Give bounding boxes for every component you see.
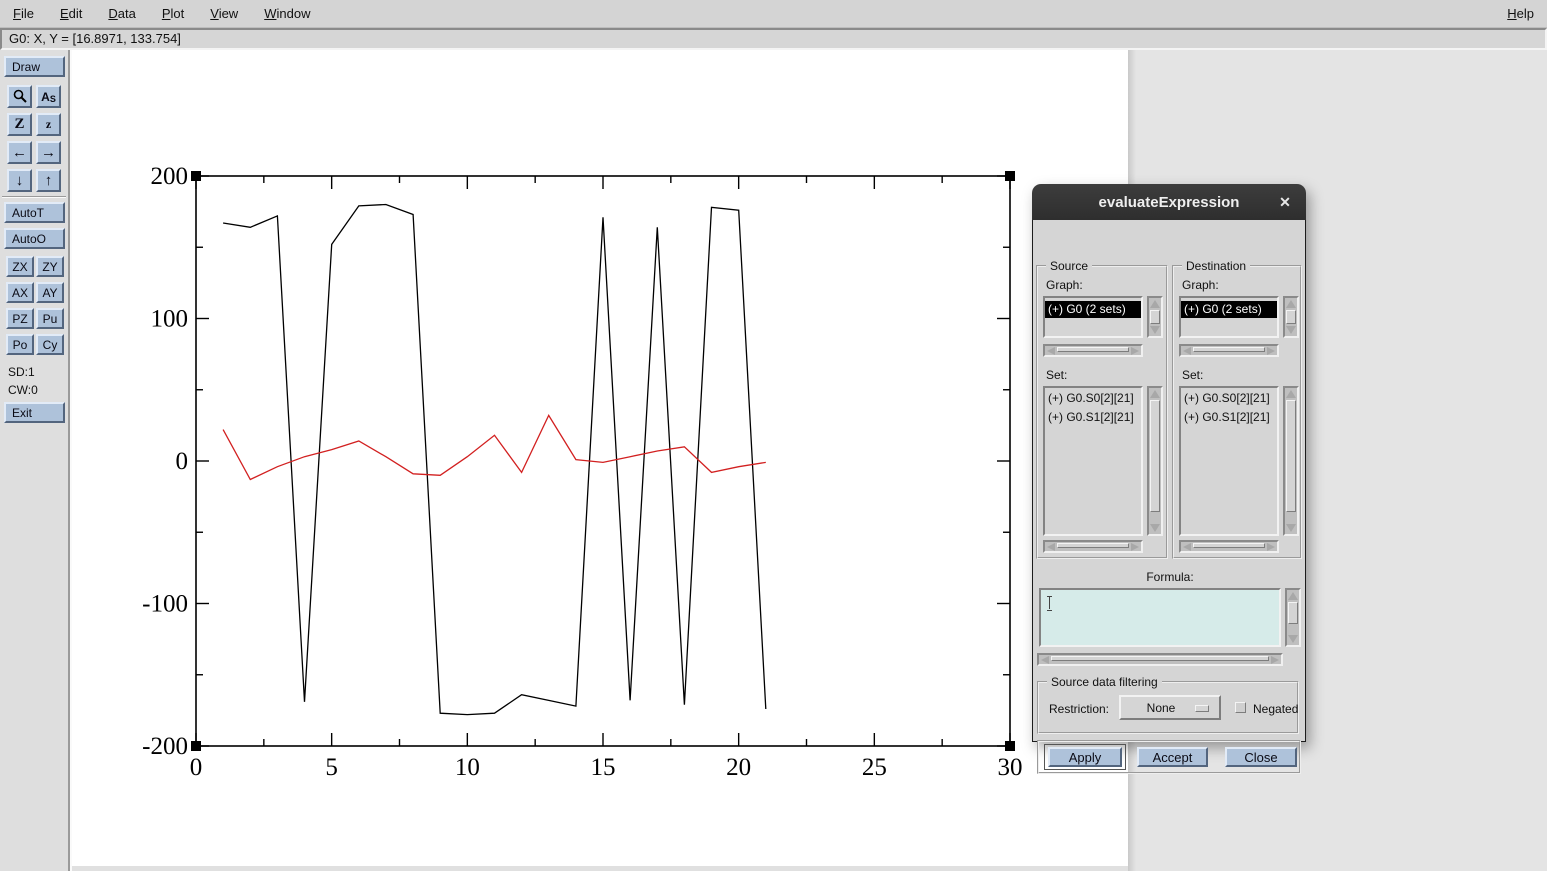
series-line-1 <box>223 415 766 479</box>
scroll-down-arrow-icon[interactable] <box>1150 524 1160 532</box>
scroll-right-arrow-icon[interactable] <box>1131 347 1139 355</box>
graph-selection-handle[interactable] <box>1005 171 1015 181</box>
scroll-left-arrow-icon[interactable] <box>1047 543 1055 551</box>
y-tick-label: 200 <box>151 163 189 190</box>
source-graph-label: Graph: <box>1046 278 1083 292</box>
accept-button[interactable]: Accept <box>1137 747 1208 767</box>
scroll-right-arrow-icon[interactable] <box>1267 347 1275 355</box>
restriction-label: Restriction: <box>1049 702 1109 716</box>
destination-frame: Destination Graph:(+) G0 (2 sets)Set:(+)… <box>1172 265 1302 559</box>
scroll-down-arrow-icon[interactable] <box>1288 635 1298 643</box>
set-list-item[interactable]: (+) G0.S0[2][21] <box>1181 390 1277 407</box>
graph-selection-handle[interactable] <box>191 741 201 751</box>
source-frame: Source Graph:(+) G0 (2 sets)Set:(+) G0.S… <box>1036 265 1168 559</box>
x-tick-label: 25 <box>862 754 887 781</box>
scroll-up-arrow-icon[interactable] <box>1286 390 1296 398</box>
negated-label: Negated <box>1253 702 1298 716</box>
source-set-hscroll[interactable] <box>1043 540 1143 553</box>
graph-list-item[interactable]: (+) G0 (2 sets) <box>1181 301 1277 318</box>
formula-input[interactable] <box>1039 588 1281 647</box>
scroll-left-arrow-icon[interactable] <box>1183 543 1191 551</box>
destination-graph-label: Graph: <box>1182 278 1219 292</box>
series-line-0 <box>223 205 766 715</box>
option-menu-indicator-icon <box>1195 705 1209 712</box>
destination-set-hscroll[interactable] <box>1179 540 1279 553</box>
scroll-thumb[interactable] <box>1057 347 1129 352</box>
x-tick-label: 30 <box>998 754 1023 781</box>
scroll-left-arrow-icon[interactable] <box>1047 347 1055 355</box>
source-graph-list[interactable]: (+) G0 (2 sets) <box>1043 296 1143 338</box>
y-tick-label: -200 <box>142 733 188 760</box>
plot-frame <box>196 176 1010 746</box>
scroll-down-arrow-icon[interactable] <box>1286 326 1296 334</box>
source-set-label: Set: <box>1046 368 1067 382</box>
x-tick-label: 5 <box>325 754 338 781</box>
set-list-item[interactable]: (+) G0.S1[2][21] <box>1181 409 1277 426</box>
negated-checkbox[interactable] <box>1235 702 1246 713</box>
destination-graph-vscroll[interactable] <box>1283 296 1299 338</box>
source-set-list[interactable]: (+) G0.S0[2][21] (+) G0.S1[2][21] <box>1043 386 1143 536</box>
destination-set-label: Set: <box>1182 368 1203 382</box>
scroll-up-arrow-icon[interactable] <box>1150 300 1160 308</box>
graph-selection-handle[interactable] <box>1005 741 1015 751</box>
source-legend: Source <box>1046 259 1092 273</box>
scroll-left-arrow-icon[interactable] <box>1041 656 1049 664</box>
x-tick-label: 0 <box>190 754 203 781</box>
destination-graph-list[interactable]: (+) G0 (2 sets) <box>1179 296 1279 338</box>
scroll-down-arrow-icon[interactable] <box>1150 326 1160 334</box>
destination-graph-hscroll[interactable] <box>1179 344 1279 357</box>
scroll-thumb[interactable] <box>1051 656 1269 661</box>
scroll-thumb[interactable] <box>1150 400 1160 512</box>
x-tick-label: 10 <box>455 754 480 781</box>
destination-set-list[interactable]: (+) G0.S0[2][21] (+) G0.S1[2][21] <box>1179 386 1279 536</box>
destination-legend: Destination <box>1182 259 1250 273</box>
scroll-up-arrow-icon[interactable] <box>1288 592 1298 600</box>
destination-set-vscroll[interactable] <box>1283 386 1299 536</box>
scroll-left-arrow-icon[interactable] <box>1183 347 1191 355</box>
scroll-thumb[interactable] <box>1193 347 1265 352</box>
text-caret-icon <box>1046 596 1053 609</box>
restriction-value: None <box>1147 701 1176 715</box>
scroll-down-arrow-icon[interactable] <box>1286 524 1296 532</box>
graph-list-item[interactable]: (+) G0 (2 sets) <box>1045 301 1141 318</box>
scroll-up-arrow-icon[interactable] <box>1286 300 1296 308</box>
dialog-title-bar[interactable]: evaluateExpression ✕ <box>1032 184 1306 220</box>
graph-selection-handle[interactable] <box>191 171 201 181</box>
scroll-thumb[interactable] <box>1286 400 1296 512</box>
dialog-body: Source Graph: (+) G0 (2 sets) Set: (+) G0.S… <box>1032 220 1306 742</box>
y-tick-label: -100 <box>142 591 188 618</box>
x-tick-label: 20 <box>726 754 751 781</box>
close-icon[interactable]: ✕ <box>1276 193 1294 211</box>
set-list-item[interactable]: (+) G0.S0[2][21] <box>1045 390 1141 407</box>
close-button[interactable]: Close <box>1225 747 1297 767</box>
y-tick-label: 100 <box>151 306 189 333</box>
x-tick-label: 15 <box>591 754 616 781</box>
scroll-thumb[interactable] <box>1193 543 1265 548</box>
scroll-up-arrow-icon[interactable] <box>1150 390 1160 398</box>
apply-button[interactable]: Apply <box>1048 747 1122 767</box>
dialog-action-area: Apply Accept Close <box>1037 740 1301 774</box>
formula-hscroll[interactable] <box>1037 653 1283 666</box>
formula-label: Formula: <box>1033 570 1307 584</box>
source-data-filtering-frame: Source data filtering Restriction: None … <box>1037 681 1299 734</box>
scroll-thumb[interactable] <box>1150 310 1160 324</box>
set-list-item[interactable]: (+) G0.S1[2][21] <box>1045 409 1141 426</box>
scroll-thumb[interactable] <box>1286 310 1296 324</box>
source-graph-hscroll[interactable] <box>1043 344 1143 357</box>
scroll-right-arrow-icon[interactable] <box>1267 543 1275 551</box>
scroll-right-arrow-icon[interactable] <box>1271 656 1279 664</box>
filtering-legend: Source data filtering <box>1047 675 1162 689</box>
graph-plot[interactable]: 0 5 10 15 20 25 30 -200 -100 0 100 200 <box>0 0 1547 871</box>
source-set-vscroll[interactable] <box>1147 386 1163 536</box>
source-graph-vscroll[interactable] <box>1147 296 1163 338</box>
y-tick-label: 0 <box>176 448 189 475</box>
scroll-right-arrow-icon[interactable] <box>1131 543 1139 551</box>
dialog-title: evaluateExpression <box>1099 194 1240 211</box>
formula-vscroll[interactable] <box>1285 588 1301 647</box>
evaluate-expression-dialog: evaluateExpression ✕ Source Graph: (+) G0… <box>1032 184 1306 742</box>
scroll-thumb[interactable] <box>1288 602 1298 624</box>
restriction-option-menu[interactable]: None <box>1119 695 1221 720</box>
scroll-thumb[interactable] <box>1057 543 1129 548</box>
